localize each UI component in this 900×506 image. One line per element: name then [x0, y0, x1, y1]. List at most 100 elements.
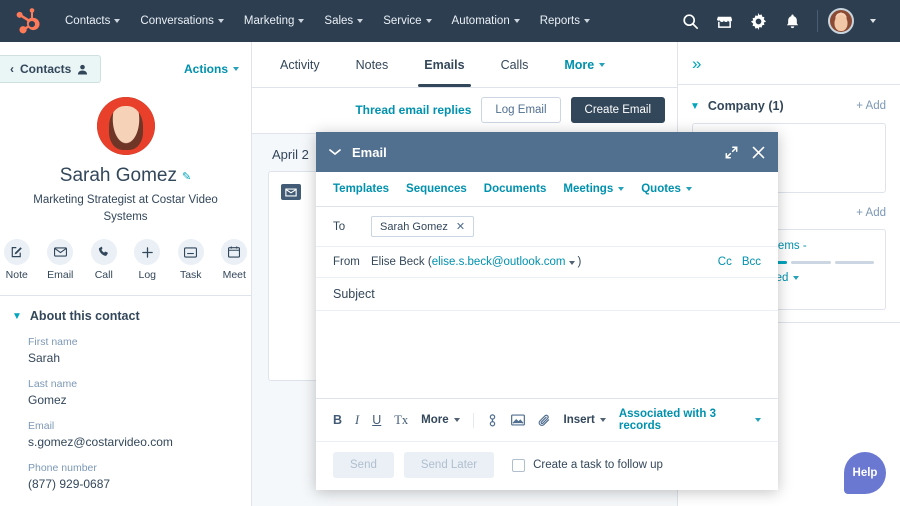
hubspot-sprocket-logo-icon[interactable]: [14, 8, 40, 34]
italic-button[interactable]: I: [355, 413, 359, 428]
close-icon[interactable]: [752, 146, 765, 159]
field-label: Email: [28, 420, 237, 432]
field-value[interactable]: Gomez: [28, 393, 237, 407]
field-label: Last name: [28, 378, 237, 390]
subject-field-row[interactable]: Subject: [316, 278, 778, 311]
add-deal-link[interactable]: + Add: [856, 207, 886, 219]
nav-item-label: Sales: [324, 15, 353, 27]
nav-item-reports[interactable]: Reports: [531, 9, 599, 33]
envelope-icon: [47, 239, 73, 265]
more-formatting-button[interactable]: More: [421, 414, 459, 426]
tool-label: Templates: [333, 183, 389, 195]
tab-calls[interactable]: Calls: [483, 43, 547, 87]
company-section-title[interactable]: ▼ Company (1): [690, 99, 784, 113]
from-label: From: [333, 256, 371, 268]
underline-button[interactable]: U: [372, 413, 381, 427]
chevron-down-icon: [584, 19, 590, 23]
quick-action-log[interactable]: Log: [131, 239, 165, 281]
documents-button[interactable]: Documents: [484, 183, 547, 195]
chevron-down-icon: [357, 19, 363, 23]
thread-email-replies-link[interactable]: Thread email replies: [355, 103, 471, 117]
expand-icon[interactable]: [725, 146, 738, 159]
help-button[interactable]: Help: [844, 452, 886, 494]
tab-notes[interactable]: Notes: [338, 43, 407, 87]
gear-icon[interactable]: [743, 6, 773, 36]
quotes-button[interactable]: Quotes: [641, 183, 692, 195]
quick-action-call[interactable]: Call: [87, 239, 121, 281]
associated-records-dropdown[interactable]: Associated with 3 records: [619, 408, 761, 432]
actions-dropdown[interactable]: Actions: [184, 62, 239, 76]
back-button-label: Contacts: [20, 62, 71, 76]
paperclip-icon[interactable]: [538, 414, 551, 427]
email-composer-modal: Email Templates Sequences: [316, 132, 778, 490]
create-email-button[interactable]: Create Email: [571, 97, 665, 123]
nav-item-label: Marketing: [244, 15, 295, 27]
tab-more[interactable]: More: [546, 43, 623, 87]
add-company-link[interactable]: + Add: [856, 100, 886, 112]
field-value[interactable]: s.gomez@costarvideo.com: [28, 435, 237, 449]
tab-activity[interactable]: Activity: [262, 43, 338, 87]
pencil-icon[interactable]: ✎: [182, 170, 191, 183]
nav-item-automation[interactable]: Automation: [443, 9, 529, 33]
nav-item-label: Conversations: [140, 15, 214, 27]
from-value[interactable]: Elise Beck (elise.s.beck@outlook.com): [371, 256, 581, 268]
quick-action-task[interactable]: Task: [174, 239, 208, 281]
meetings-button[interactable]: Meetings: [563, 183, 624, 195]
send-button[interactable]: Send: [333, 452, 394, 478]
tab-emails[interactable]: Emails: [406, 43, 482, 87]
checkbox[interactable]: [512, 459, 525, 472]
bell-icon[interactable]: [777, 6, 807, 36]
about-contact-section-header[interactable]: ▼ About this contact: [0, 296, 251, 323]
chevron-down-icon: [755, 418, 761, 422]
send-later-button[interactable]: Send Later: [404, 452, 494, 478]
contact-avatar: [97, 97, 155, 155]
email-body-editor[interactable]: [316, 311, 778, 398]
tool-label: Sequences: [406, 183, 467, 195]
company-title-label: Company (1): [708, 99, 784, 113]
recipient-chip[interactable]: Sarah Gomez ✕: [371, 216, 474, 237]
back-to-contacts-button[interactable]: ‹ Contacts: [0, 55, 101, 83]
search-icon[interactable]: [675, 6, 705, 36]
bold-button[interactable]: B: [333, 413, 342, 427]
to-label: To: [333, 221, 371, 233]
quick-action-meet[interactable]: Meet: [218, 239, 252, 281]
marketplace-icon[interactable]: [709, 6, 739, 36]
sequences-button[interactable]: Sequences: [406, 183, 467, 195]
clear-formatting-icon[interactable]: Tx: [394, 413, 408, 428]
insert-button[interactable]: Insert: [564, 414, 606, 426]
cc-button[interactable]: Cc: [718, 256, 732, 268]
nav-item-label: Automation: [452, 15, 510, 27]
log-email-button[interactable]: Log Email: [481, 97, 560, 123]
task-icon: [178, 239, 204, 265]
nav-item-contacts[interactable]: Contacts: [56, 9, 129, 33]
follow-up-task-checkbox-wrapper[interactable]: Create a task to follow up: [512, 459, 663, 472]
email-actions-row: Thread email replies Log Email Create Em…: [252, 88, 677, 134]
bcc-button[interactable]: Bcc: [742, 256, 761, 268]
tool-label: Documents: [484, 183, 547, 195]
field-value[interactable]: (877) 929-0687: [28, 477, 237, 491]
quick-action-email[interactable]: Email: [44, 239, 78, 281]
contact-field-email: Email s.gomez@costarvideo.com: [0, 420, 251, 449]
nav-item-service[interactable]: Service: [374, 9, 440, 33]
quick-action-note[interactable]: Note: [0, 239, 34, 281]
nav-item-marketing[interactable]: Marketing: [235, 9, 314, 33]
nav-item-sales[interactable]: Sales: [315, 9, 372, 33]
quick-action-label: Meet: [218, 269, 252, 281]
templates-button[interactable]: Templates: [333, 183, 389, 195]
close-icon[interactable]: ✕: [456, 220, 465, 233]
avatar[interactable]: [828, 8, 854, 34]
nav-item-conversations[interactable]: Conversations: [131, 9, 233, 33]
link-icon[interactable]: [487, 414, 498, 427]
image-icon[interactable]: [511, 414, 525, 426]
from-email[interactable]: elise.s.beck@outlook.com: [432, 256, 566, 268]
double-chevron-right-icon[interactable]: »: [692, 54, 699, 73]
phone-icon: [91, 239, 117, 265]
chevron-down-icon[interactable]: [329, 148, 341, 156]
nav-utility-icons: [675, 6, 900, 36]
modal-header: Email: [316, 132, 778, 172]
field-value[interactable]: Sarah: [28, 351, 237, 365]
account-chevron-down-icon[interactable]: [858, 6, 888, 36]
quick-action-label: Log: [131, 269, 165, 281]
chevron-down-icon: [514, 19, 520, 23]
follow-up-task-label: Create a task to follow up: [533, 459, 663, 471]
